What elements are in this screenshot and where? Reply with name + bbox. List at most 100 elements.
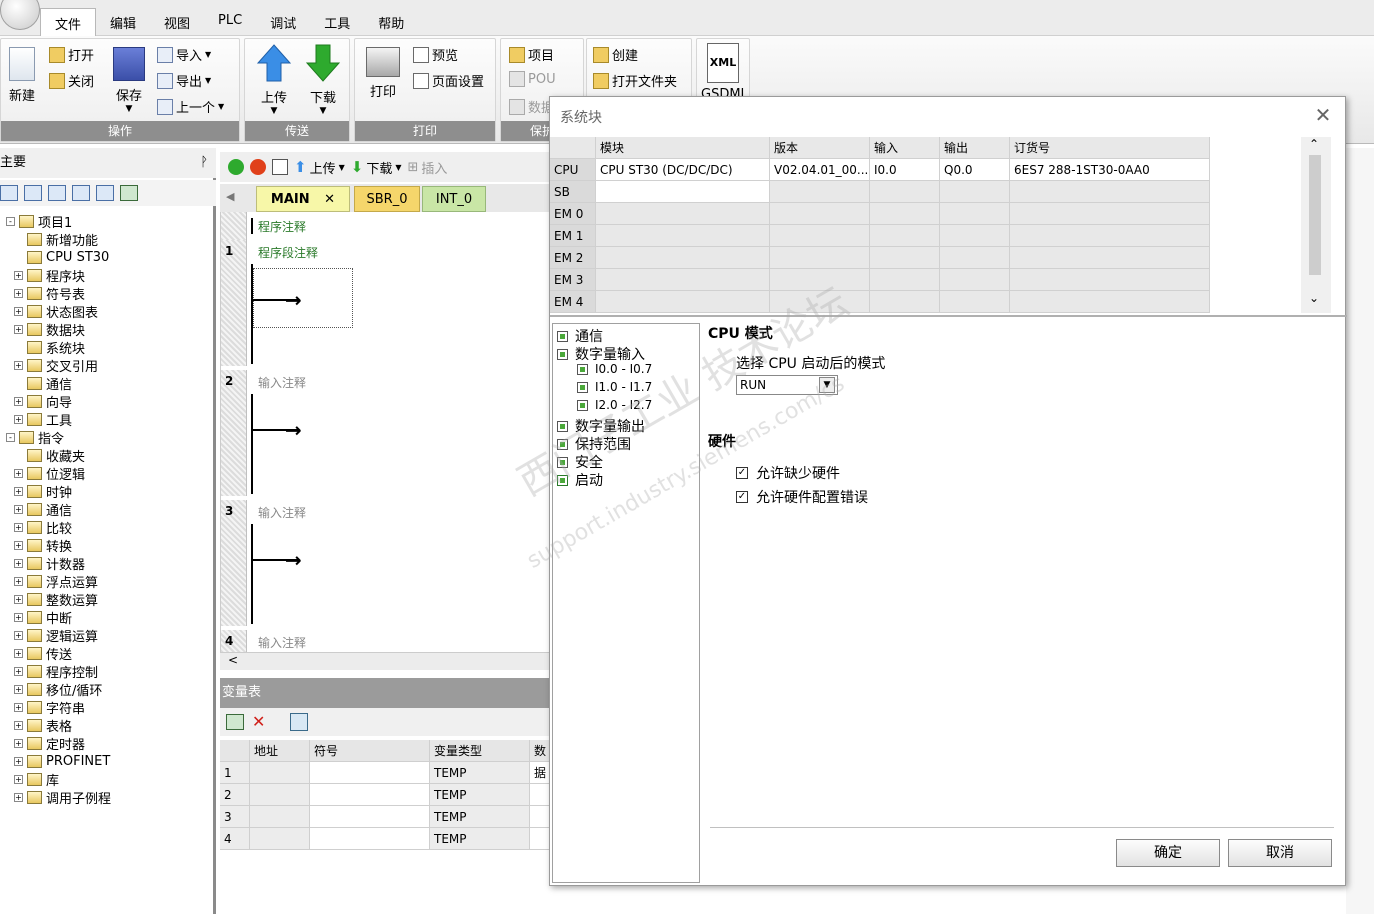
delete-row-icon[interactable]: ✕: [252, 712, 265, 731]
module-cell-slot[interactable]: SB: [550, 181, 596, 203]
module-cell-input[interactable]: [870, 203, 940, 225]
expand-icon[interactable]: +: [14, 306, 23, 316]
expand-icon[interactable]: +: [14, 702, 23, 712]
ladder-editor[interactable]: 程序注释 1 程序段注释 → 2 输入注释 → 3 输入注释 → 4 输入注释: [220, 212, 555, 652]
upload-button[interactable]: 上传 ▼: [253, 43, 295, 116]
expand-icon[interactable]: +: [14, 558, 23, 568]
cpu-mode-select[interactable]: RUN ▼: [736, 375, 838, 395]
previous-button[interactable]: 上一个 ▼: [157, 97, 224, 116]
var-row-4-symbol[interactable]: [310, 828, 430, 850]
category-item[interactable]: I0.0 - I0.7: [577, 362, 652, 376]
category-item[interactable]: I2.0 - I2.7: [577, 398, 652, 412]
insert-row-icon[interactable]: [226, 714, 244, 730]
export-table-icon[interactable]: [290, 713, 308, 731]
view-icon[interactable]: [0, 185, 18, 201]
menu-edit[interactable]: 编辑: [96, 8, 150, 36]
module-cell-version[interactable]: V02.04.01_00....: [770, 159, 870, 181]
expand-icon[interactable]: +: [14, 684, 23, 694]
tree-item[interactable]: 新增功能: [14, 230, 98, 249]
save-button[interactable]: 保存 ▼: [109, 47, 149, 114]
module-cell-module[interactable]: CPU ST30 (DC/DC/DC): [596, 159, 770, 181]
expand-icon[interactable]: +: [14, 522, 23, 532]
menu-help[interactable]: 帮助: [364, 8, 418, 36]
chevron-down-icon[interactable]: ▼: [819, 377, 835, 393]
module-cell-input[interactable]: [870, 247, 940, 269]
tree-item[interactable]: + 比较: [14, 518, 72, 537]
tree-item[interactable]: + PROFINET: [14, 752, 110, 770]
ok-button[interactable]: 确定: [1116, 839, 1220, 867]
tab-scroll-left-icon[interactable]: ◀: [226, 190, 234, 203]
module-cell-order[interactable]: [1010, 291, 1210, 313]
download-button[interactable]: 下载 ▼: [301, 43, 345, 116]
close-button[interactable]: 关闭: [49, 71, 94, 90]
module-cell-order[interactable]: 6ES7 288-1ST30-0AA0: [1010, 159, 1210, 181]
gsdml-button[interactable]: XML GSDML: [701, 43, 748, 102]
expand-icon[interactable]: +: [14, 720, 23, 730]
expand-icon[interactable]: +: [14, 270, 23, 280]
module-cell-output[interactable]: [940, 247, 1010, 269]
system-block-icon[interactable]: [120, 185, 138, 201]
tree-item[interactable]: + 时钟: [14, 482, 72, 501]
tree-item[interactable]: + 传送: [14, 644, 72, 663]
module-cell-input[interactable]: [870, 291, 940, 313]
expand-icon[interactable]: +: [14, 576, 23, 586]
category-item[interactable]: 数字量输出: [557, 416, 645, 436]
menu-file[interactable]: 文件: [40, 8, 97, 36]
module-cell-order[interactable]: [1010, 225, 1210, 247]
module-cell-version[interactable]: [770, 181, 870, 203]
category-item[interactable]: 启动: [557, 470, 603, 490]
tree-item[interactable]: + 移位/循环: [14, 680, 102, 699]
tree-item[interactable]: CPU ST30: [14, 248, 109, 266]
module-cell-slot[interactable]: EM 2: [550, 247, 596, 269]
symbol-icon[interactable]: [72, 185, 90, 201]
tree-item[interactable]: + 调用子例程: [14, 788, 111, 807]
expand-icon[interactable]: +: [14, 648, 23, 658]
module-cell-slot[interactable]: EM 1: [550, 225, 596, 247]
expand-icon[interactable]: +: [14, 468, 23, 478]
data-protect-button[interactable]: 数据: [509, 97, 554, 116]
module-grid-scrollbar[interactable]: ⌃ ⌄: [1301, 137, 1331, 313]
editor-horizontal-scrollbar[interactable]: <: [220, 652, 555, 670]
tree-item[interactable]: 通信: [14, 374, 72, 393]
tree-item[interactable]: + 整数运算: [14, 590, 98, 609]
print-button[interactable]: 打印: [363, 47, 403, 100]
module-cell-version[interactable]: [770, 269, 870, 291]
category-item[interactable]: I1.0 - I1.7: [577, 380, 652, 394]
module-cell-output[interactable]: [940, 291, 1010, 313]
rung-4-comment[interactable]: 输入注释: [258, 634, 306, 651]
var-row-3-address[interactable]: [250, 806, 310, 828]
tree-item[interactable]: + 中断: [14, 608, 72, 627]
upload-dropdown-icon[interactable]: ▼: [253, 106, 295, 116]
expand-icon[interactable]: +: [14, 594, 23, 604]
table-icon[interactable]: [24, 185, 42, 201]
expand-icon[interactable]: +: [14, 360, 23, 370]
menu-tools[interactable]: 工具: [310, 8, 364, 36]
collapse-icon[interactable]: -: [6, 216, 15, 226]
module-cell-version[interactable]: [770, 247, 870, 269]
rung-1-comment[interactable]: 程序段注释: [258, 244, 318, 261]
tree-item[interactable]: + 数据块: [14, 320, 85, 339]
tree-item[interactable]: + 程序控制: [14, 662, 98, 681]
tree-item[interactable]: + 程序块: [14, 266, 85, 285]
var-row-3-symbol[interactable]: [310, 806, 430, 828]
module-cell-slot[interactable]: EM 3: [550, 269, 596, 291]
module-cell-input[interactable]: [870, 269, 940, 291]
tree-item[interactable]: - 指令: [6, 428, 64, 447]
tree-item[interactable]: 系统块: [14, 338, 85, 357]
tab-main[interactable]: MAIN ✕: [256, 186, 350, 212]
cancel-button[interactable]: 取消: [1228, 839, 1332, 867]
module-cell-output[interactable]: Q0.0: [940, 159, 1010, 181]
tree-item[interactable]: + 位逻辑: [14, 464, 85, 483]
var-row-2-address[interactable]: [250, 784, 310, 806]
module-cell-order[interactable]: [1010, 203, 1210, 225]
tree-item[interactable]: + 交叉引用: [14, 356, 98, 375]
module-cell-module[interactable]: [596, 247, 770, 269]
category-item[interactable]: 通信: [557, 326, 603, 346]
download-dropdown-icon[interactable]: ▼: [301, 106, 345, 116]
module-cell-output[interactable]: [940, 181, 1010, 203]
tree-item[interactable]: + 向导: [14, 392, 72, 411]
tree-item[interactable]: + 通信: [14, 500, 72, 519]
category-item[interactable]: 数字量输入: [557, 344, 645, 364]
module-cell-module[interactable]: [596, 225, 770, 247]
tree-item[interactable]: + 定时器: [14, 734, 85, 753]
